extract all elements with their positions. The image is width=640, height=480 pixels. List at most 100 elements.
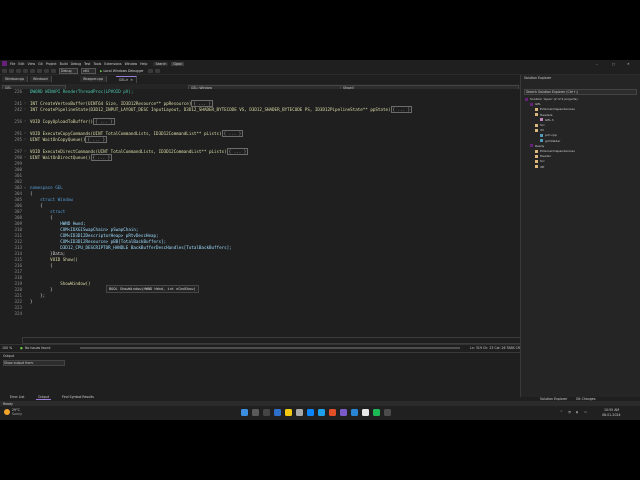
solution-tree-item[interactable]: Src — [535, 159, 545, 163]
fold-collapse-icon[interactable]: ⌄ — [24, 185, 27, 189]
solution-tree-item[interactable]: Ready — [530, 144, 544, 148]
solution-tree-item[interactable]: gdrdllader — [540, 139, 560, 143]
battery-icon[interactable]: ▭ — [584, 410, 587, 414]
visual-studio-taskbar-icon[interactable] — [340, 409, 347, 416]
clock-time[interactable]: 10:55 AM — [604, 408, 619, 412]
menu-edit[interactable]: Edit — [18, 62, 24, 66]
collapsed-block[interactable]: { ... } — [85, 136, 108, 143]
clock-date[interactable]: 08-01-2024 — [602, 413, 621, 417]
fold-expand-icon[interactable]: › — [24, 149, 27, 153]
weather-icon[interactable] — [4, 409, 10, 415]
menu-help[interactable]: Help — [140, 62, 147, 66]
brave-icon[interactable] — [329, 409, 336, 416]
menu-git[interactable]: Git — [38, 62, 43, 66]
tab-label: GEL.h — [119, 78, 129, 82]
fold-expand-icon[interactable]: › — [24, 107, 27, 111]
open-icon[interactable] — [23, 68, 28, 73]
start-without-debug-icon[interactable] — [147, 68, 153, 73]
collapsed-block[interactable]: { ... } — [226, 148, 249, 155]
refresh-icon[interactable] — [154, 68, 160, 73]
task-view-icon[interactable] — [263, 409, 270, 416]
fold-expand-icon[interactable]: › — [24, 137, 27, 141]
platform-select[interactable]: x64 — [81, 67, 96, 74]
search-box[interactable]: Search — [153, 61, 169, 66]
solution-tree-item[interactable]: Src — [535, 123, 545, 127]
collapsed-block[interactable]: { ... } — [191, 100, 214, 107]
code-editor[interactable]: 226 DWORD WINAPI RenderThreadProc(LPVOID… — [0, 89, 554, 350]
edge-icon[interactable] — [318, 409, 325, 416]
solution-tree-item[interactable]: pch.cpp — [540, 133, 557, 137]
tab-window-h[interactable]: Window.h — [30, 76, 53, 82]
menu-extensions[interactable]: Extensions — [104, 62, 121, 66]
wifi-icon[interactable]: ◔ — [568, 410, 571, 414]
configuration-select[interactable]: Debug — [59, 67, 78, 74]
solution-tree-item[interactable]: Header — [535, 154, 551, 158]
tab-output[interactable]: Output — [36, 394, 52, 400]
collapsed-block[interactable]: { ... } — [90, 154, 113, 161]
close-tab-icon[interactable]: ✕ — [130, 78, 133, 82]
fold-expand-icon[interactable]: › — [24, 101, 27, 105]
menu-debug[interactable]: Debug — [71, 62, 81, 66]
search-icon[interactable] — [252, 409, 259, 416]
horizontal-scrollbar-thumb[interactable] — [80, 346, 460, 349]
tab-find-symbol-results[interactable]: Find Symbol Results — [60, 394, 96, 399]
spotify-icon[interactable] — [373, 409, 380, 416]
fold-expand-icon[interactable]: › — [24, 155, 27, 159]
undo-icon[interactable] — [44, 68, 49, 73]
store-icon[interactable] — [307, 409, 314, 416]
solution-search-input[interactable]: Search Solution Explorer (Ctrl+;) — [524, 89, 637, 95]
collapsed-block[interactable]: { ... } — [93, 118, 115, 125]
terminal-icon[interactable] — [384, 409, 391, 416]
menu-test[interactable]: Test — [84, 62, 90, 66]
collapsed-block[interactable]: { ... } — [221, 130, 244, 137]
vscode-icon[interactable] — [351, 409, 358, 416]
save-icon[interactable] — [30, 68, 35, 73]
solution-tree-item[interactable]: GEL — [530, 102, 541, 106]
tab-label: Window.cpp — [5, 77, 25, 81]
tab-error-list[interactable]: Error List — [8, 394, 26, 399]
output-source-select[interactable]: Show output from: — [3, 360, 65, 366]
settings-icon[interactable] — [296, 409, 303, 416]
code-text: COM<ID3D12Resource> pBB[TotalBackBuffers… — [30, 239, 167, 244]
collapsed-block[interactable]: { ... } — [390, 106, 413, 113]
redo-icon[interactable] — [51, 68, 56, 73]
widgets-icon[interactable] — [274, 409, 281, 416]
solution-tree-item[interactable]: Headers — [535, 113, 553, 117]
forward-icon[interactable] — [9, 68, 14, 73]
solution-tree-item[interactable]: External Dependencies — [535, 107, 575, 111]
minimize-button[interactable]: – — [596, 62, 598, 66]
notepad-icon[interactable] — [362, 409, 369, 416]
solution-tree-item[interactable]: External Dependencies — [535, 149, 575, 153]
solution-tree-item[interactable]: dll — [535, 128, 544, 132]
solution-tree-item[interactable]: Solution 'Gpax' (2 of 2 projects) — [525, 97, 578, 101]
solution-tree-item[interactable]: GEL.h — [540, 118, 554, 122]
zoom-level[interactable]: 100 % — [2, 346, 12, 350]
code-line: VOID CopyUploadToBuffer(){ ... } — [30, 118, 115, 125]
code-text: ShowWindow() — [30, 281, 91, 286]
close-button[interactable]: ✕ — [627, 62, 630, 66]
save-all-icon[interactable] — [37, 68, 42, 73]
play-icon[interactable]: ▶ — [100, 69, 102, 73]
menu-project[interactable]: Project — [46, 62, 57, 66]
tab-window-cpp[interactable]: Window.cpp — [2, 76, 29, 82]
fold-expand-icon[interactable]: › — [24, 119, 27, 123]
menu-tools[interactable]: Tools — [93, 62, 101, 66]
menu-file[interactable]: File — [10, 62, 15, 66]
volume-icon[interactable]: ◖ — [576, 410, 578, 414]
solution-tree-item[interactable]: dtf — [535, 165, 544, 169]
run-button[interactable]: Local Windows Debugger — [103, 69, 143, 73]
issues-text[interactable]: No issues found — [25, 346, 50, 350]
back-icon[interactable] — [2, 68, 7, 73]
start-icon[interactable] — [241, 409, 248, 416]
new-file-icon[interactable] — [16, 68, 21, 73]
menu-build[interactable]: Build — [60, 62, 68, 66]
fold-expand-icon[interactable]: › — [24, 131, 27, 135]
tab-gel-h[interactable]: GEL.h ✕ — [116, 76, 137, 83]
line-number: 242 — [14, 107, 22, 112]
menu-view[interactable]: View — [28, 62, 36, 66]
maximize-button[interactable]: ▢ — [612, 62, 615, 66]
tab-wrapper-cpp[interactable]: Wrapper.cpp — [80, 76, 108, 82]
tray-chevron-icon[interactable]: ^ — [560, 410, 563, 414]
file-explorer-icon[interactable] — [285, 409, 292, 416]
menu-window[interactable]: Window — [125, 62, 138, 66]
